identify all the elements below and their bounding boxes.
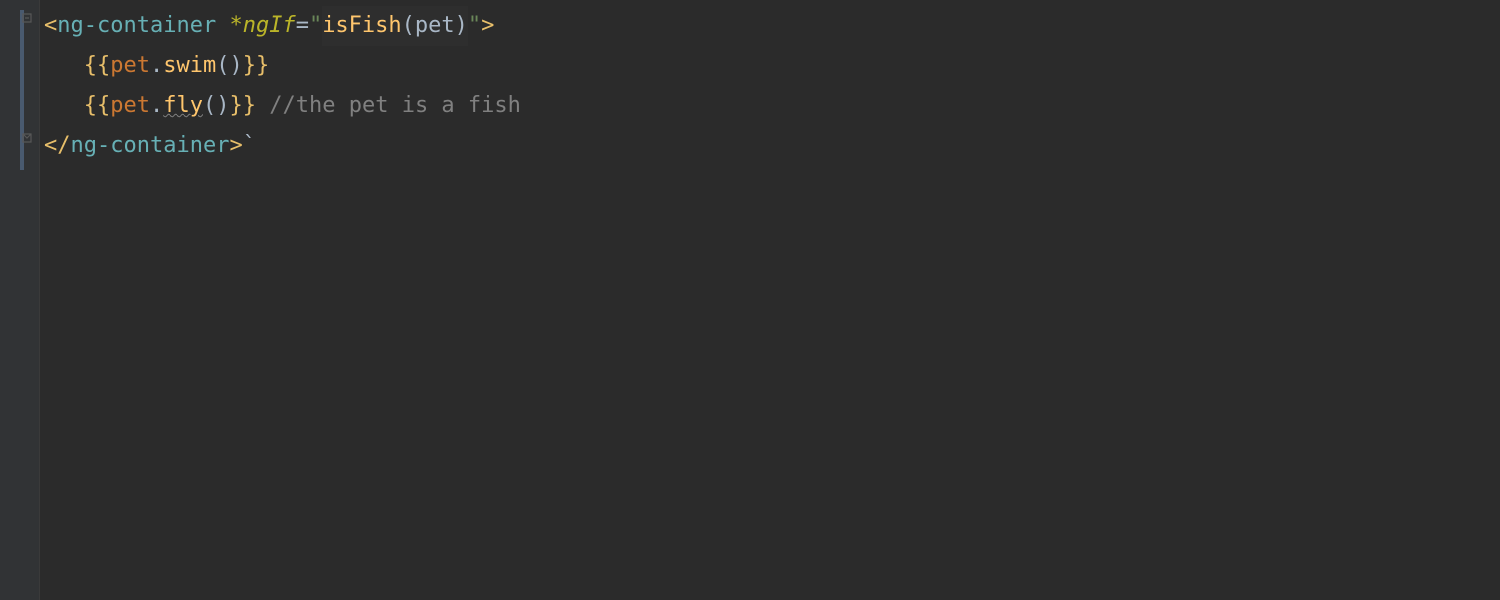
method-call-warning: fly	[163, 86, 203, 126]
interpolation-close: }}	[230, 86, 257, 126]
interpolation-open: {{	[84, 86, 111, 126]
indent-guide	[20, 10, 24, 170]
tag-name: ng-container	[71, 126, 230, 166]
code-line-1[interactable]: <ng-container *ngIf="isFish(pet)">	[44, 6, 1500, 46]
angle-bracket-open-slash: </	[44, 126, 71, 166]
call-parens: ()	[216, 46, 243, 86]
dot-accessor: .	[150, 46, 163, 86]
function-call: isFish	[322, 6, 401, 46]
tag-name: ng-container	[57, 6, 216, 46]
indent	[44, 46, 84, 86]
angle-bracket-close: >	[481, 6, 494, 46]
indent	[44, 86, 84, 126]
method-call: swim	[163, 46, 216, 86]
code-line-3[interactable]: {{pet.fly()}} //the pet is a fish	[44, 86, 1500, 126]
attribute-name: *ngIf	[229, 6, 295, 46]
interpolation-open: {{	[84, 46, 111, 86]
object-ref: pet	[110, 46, 150, 86]
code-line-2[interactable]: {{pet.swim()}}	[44, 46, 1500, 86]
paren-close: )	[455, 6, 468, 46]
dot-accessor: .	[150, 86, 163, 126]
interpolation-close: }}	[243, 46, 270, 86]
code-editor: <ng-container *ngIf="isFish(pet)"> {{pet…	[0, 0, 1500, 600]
comment-text: //the pet is a fish	[269, 86, 521, 126]
angle-bracket-close: >	[229, 126, 242, 166]
code-line-4[interactable]: </ng-container>`	[44, 126, 1500, 166]
paren-open: (	[402, 6, 415, 46]
code-content[interactable]: <ng-container *ngIf="isFish(pet)"> {{pet…	[40, 0, 1500, 600]
angle-bracket-open: <	[44, 6, 57, 46]
editor-gutter	[0, 0, 40, 600]
space	[216, 6, 229, 46]
backtick-char: `	[243, 126, 256, 166]
equals-sign: =	[296, 6, 309, 46]
call-parens: ()	[203, 86, 230, 126]
argument: pet	[415, 6, 455, 46]
quote-open: "	[309, 6, 322, 46]
fold-end-icon[interactable]	[21, 132, 33, 144]
object-ref: pet	[110, 86, 150, 126]
quote-close: "	[468, 6, 481, 46]
space	[256, 86, 269, 126]
fold-collapse-icon[interactable]	[21, 12, 33, 24]
